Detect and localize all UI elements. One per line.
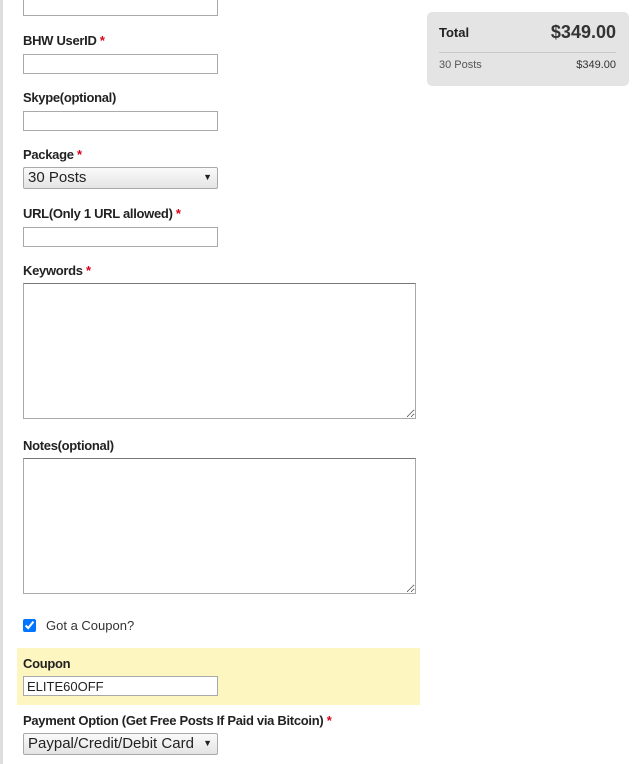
- keywords-label-text: Keywords: [23, 263, 83, 278]
- notes-label: Notes(optional): [23, 438, 114, 453]
- bhw-userid-label: BHW UserID *: [23, 33, 105, 48]
- payment-label: Payment Option (Get Free Posts If Paid v…: [23, 713, 332, 728]
- coupon-checkbox[interactable]: [23, 619, 36, 632]
- package-select-value: 30 Posts: [28, 169, 87, 186]
- summary-divider: [439, 52, 616, 53]
- order-summary: Total $349.00 30 Posts $349.00: [427, 12, 629, 86]
- coupon-checkbox-label: Got a Coupon?: [46, 618, 135, 633]
- coupon-label: Coupon: [23, 656, 71, 671]
- url-label-text: URL(Only 1 URL allowed): [23, 206, 173, 221]
- order-form-page: BHW UserID * Skype(optional) Package * 3…: [0, 0, 641, 764]
- skype-input[interactable]: [23, 111, 218, 131]
- bhw-userid-label-text: BHW UserID: [23, 33, 97, 48]
- coupon-input[interactable]: [23, 676, 218, 696]
- skype-label: Skype(optional): [23, 90, 117, 105]
- summary-item-value: $349.00: [576, 59, 616, 71]
- payment-select-value: Paypal/Credit/Debit Card: [28, 735, 194, 752]
- url-input[interactable]: [23, 227, 218, 247]
- keywords-label: Keywords *: [23, 263, 91, 278]
- required-mark: *: [99, 33, 105, 48]
- previous-field-input[interactable]: [23, 0, 218, 16]
- summary-item-label: 30 Posts: [439, 59, 482, 71]
- bhw-userid-input[interactable]: [23, 54, 218, 74]
- required-mark: *: [326, 713, 332, 728]
- url-label: URL(Only 1 URL allowed) *: [23, 206, 181, 221]
- payment-label-text: Payment Option (Get Free Posts If Paid v…: [23, 713, 324, 728]
- notes-textarea[interactable]: [23, 458, 416, 594]
- triangle-down-icon: ▼: [203, 172, 212, 182]
- required-mark: *: [175, 206, 181, 221]
- package-label-text: Package: [23, 147, 74, 162]
- required-mark: *: [76, 147, 82, 162]
- left-border: [0, 0, 3, 764]
- required-mark: *: [86, 263, 91, 278]
- keywords-textarea[interactable]: [23, 283, 416, 419]
- summary-total-value: $349.00: [550, 22, 616, 42]
- summary-total-label: Total: [439, 25, 470, 40]
- package-label: Package *: [23, 147, 82, 162]
- payment-select[interactable]: Paypal/Credit/Debit Card ▼: [23, 733, 218, 755]
- triangle-down-icon: ▼: [203, 738, 212, 748]
- package-select[interactable]: 30 Posts ▼: [23, 167, 218, 189]
